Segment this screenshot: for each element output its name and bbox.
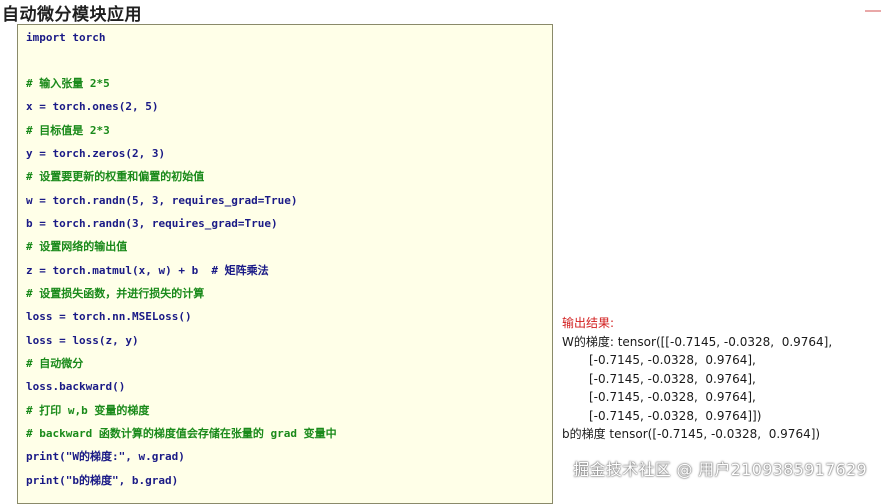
code-line: # 输入张量 2*5	[26, 77, 110, 90]
code-line: x = torch.ones(2, 5)	[26, 100, 159, 113]
code-line: print("W的梯度:", w.grad)	[26, 450, 185, 463]
code-line: # 设置网络的输出值	[26, 240, 128, 253]
code-block: import torch # 输入张量 2*5 x = torch.ones(2…	[17, 24, 553, 504]
w-grad-row: [-0.7145, -0.0328, 0.9764],	[589, 390, 756, 404]
code-line: # 打印 w,b 变量的梯度	[26, 404, 150, 417]
output-panel: 输出结果: W的梯度: tensor([[-0.7145, -0.0328, 0…	[562, 314, 832, 444]
output-title: 输出结果:	[562, 316, 615, 330]
code-line: loss.backward()	[26, 380, 126, 393]
code-line: # 目标值是 2*3	[26, 124, 110, 137]
top-accent-line	[865, 10, 881, 12]
code-line: loss = loss(z, y)	[26, 334, 139, 347]
b-grad-row: b的梯度 tensor([-0.7145, -0.0328, 0.9764])	[562, 427, 821, 441]
code-line: # 设置要更新的权重和偏置的初始值	[26, 170, 205, 183]
w-grad-row: [-0.7145, -0.0328, 0.9764],	[589, 353, 756, 367]
code-line: w = torch.randn(5, 3, requires_grad=True…	[26, 194, 298, 207]
code-line: print("b的梯度", b.grad)	[26, 474, 179, 487]
w-grad-first-row: W的梯度: tensor([[-0.7145, -0.0328, 0.9764]…	[562, 334, 833, 349]
code-line: loss = torch.nn.MSELoss()	[26, 310, 192, 323]
watermark: 掘金技术社区 @ 用户2109385917629	[573, 460, 867, 479]
code-line: z = torch.matmul(x, w) + b # 矩阵乘法	[26, 264, 269, 277]
code-line: b = torch.randn(3, requires_grad=True)	[26, 217, 278, 230]
code-line: y = torch.zeros(2, 3)	[26, 147, 166, 160]
code-line: import torch	[26, 31, 106, 44]
code-line: # 设置损失函数，并进行损失的计算	[26, 287, 205, 300]
page-title: 自动微分模块应用	[2, 5, 142, 25]
code-line: # backward 函数计算的梯度值会存储在张量的 grad 变量中	[26, 427, 337, 440]
w-grad-row: [-0.7145, -0.0328, 0.9764],	[589, 371, 756, 386]
code-line: # 自动微分	[26, 357, 84, 370]
w-grad-row: [-0.7145, -0.0328, 0.9764]])	[589, 408, 762, 423]
